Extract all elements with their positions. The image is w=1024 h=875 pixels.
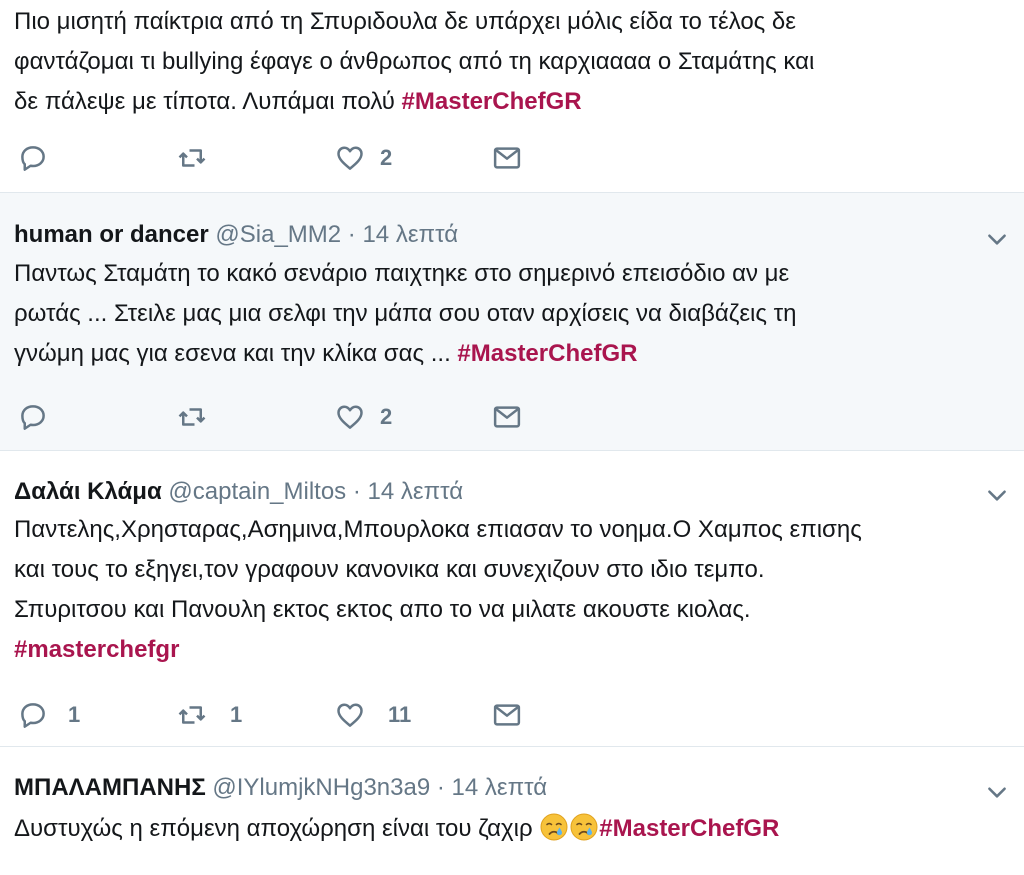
- tweet-text-segment: δε πάλεψε με τίποτα. Λυπάμαι πολύ: [14, 88, 402, 115]
- like-count: 2: [380, 404, 393, 429]
- user-display-name[interactable]: human or dancer: [14, 221, 209, 248]
- user-handle[interactable]: @captain_Miltos: [168, 478, 346, 505]
- envelope-icon: [492, 700, 522, 730]
- tweet-text-line: Παντως Σταμάτη το κακό σενάριο παιχτηκε …: [14, 260, 790, 287]
- like-button[interactable]: 2: [334, 400, 392, 434]
- user-display-name[interactable]: Δαλάι Κλάμα: [14, 478, 162, 505]
- heart-icon: [334, 143, 366, 173]
- tweet-text: Παντελης,Χρησταρας,Ασημινα,Μπουρλοκα επι…: [14, 510, 1004, 670]
- like-count: 2: [380, 145, 393, 170]
- tweet-text-segment: Δυστυχώς η επόμενη αποχώρηση είναι του ζ…: [14, 815, 540, 842]
- direct-message-button[interactable]: [492, 698, 522, 732]
- hashtag-link[interactable]: #MasterChefGR: [599, 815, 779, 842]
- reply-icon: [18, 402, 48, 432]
- tweet[interactable]: ΜΠΑΛΑΜΠΑΝΗΣ @IYlumjkNHg3n3a9 · 14 λεπτά …: [0, 747, 1024, 875]
- hashtag-link[interactable]: #MasterChefGR: [457, 340, 637, 367]
- chevron-down-icon[interactable]: [984, 226, 1010, 252]
- tweet-timestamp[interactable]: · 14 λεπτά: [353, 478, 463, 505]
- user-handle[interactable]: @Sia_MM2: [215, 221, 341, 248]
- like-count: 11: [388, 702, 412, 727]
- retweet-button[interactable]: 1: [176, 698, 242, 732]
- tweet-text: Πιο μισητή παίκτρια από τη Σπυριδουλα δε…: [14, 2, 1004, 122]
- reply-count: 1: [68, 702, 81, 727]
- tweet-text-line: Πιο μισητή παίκτρια από τη Σπυριδουλα δε…: [14, 8, 796, 35]
- tweet-text-line: ρωτάς ... Στειλε μας μια σελφι την μάπα …: [14, 300, 797, 327]
- hashtag-link[interactable]: #MasterChefGR: [402, 88, 582, 115]
- user-handle[interactable]: @IYlumjkNHg3n3a9: [212, 774, 430, 801]
- tweet-header: Δαλάι Κλάμα @captain_Miltos · 14 λεπτά: [14, 477, 463, 507]
- reply-button[interactable]: [18, 141, 48, 175]
- tweet-text-segment: γνώμη μας για εσενα και την κλίκα σας ..…: [14, 340, 458, 367]
- like-button[interactable]: 11: [334, 698, 411, 732]
- tweet-text: Δυστυχώς η επόμενη αποχώρηση είναι του ζ…: [14, 809, 1004, 849]
- crying-face-emoji-icon: [570, 813, 598, 841]
- retweet-button[interactable]: [176, 400, 208, 434]
- chevron-down-icon[interactable]: [984, 779, 1010, 805]
- tweet-text: Παντως Σταμάτη το κακό σενάριο παιχτηκε …: [14, 254, 1004, 374]
- crying-face-emoji-icon: [540, 813, 568, 841]
- retweet-icon: [176, 700, 208, 730]
- tweet-text-line: Παντελης,Χρησταρας,Ασημινα,Μπουρλοκα επι…: [14, 516, 862, 543]
- tweet-timestamp[interactable]: · 14 λεπτά: [348, 221, 458, 248]
- retweet-icon: [176, 402, 208, 432]
- tweet-timestamp[interactable]: · 14 λεπτά: [437, 774, 547, 801]
- tweet-text-line: και τους το εξηγει,τον γραφουν κανονικα …: [14, 556, 765, 583]
- reply-icon: [18, 143, 48, 173]
- tweet-text-line: δε πάλεψε με τίποτα. Λυπάμαι πολύ #Maste…: [14, 82, 1004, 122]
- tweet[interactable]: Δαλάι Κλάμα @captain_Miltos · 14 λεπτά Π…: [0, 451, 1024, 747]
- direct-message-button[interactable]: [492, 400, 522, 434]
- heart-icon: [334, 402, 366, 432]
- tweet[interactable]: Πιο μισητή παίκτρια από τη Σπυριδουλα δε…: [0, 0, 1024, 193]
- user-display-name[interactable]: ΜΠΑΛΑΜΠΑΝΗΣ: [14, 774, 206, 801]
- retweet-icon: [176, 143, 208, 173]
- heart-icon: [334, 700, 366, 730]
- like-button[interactable]: 2: [334, 141, 392, 175]
- tweet-text-line: γνώμη μας για εσενα και την κλίκα σας ..…: [14, 334, 1004, 374]
- tweet[interactable]: human or dancer @Sia_MM2 · 14 λεπτά Παντ…: [0, 193, 1024, 451]
- retweet-button[interactable]: [176, 141, 208, 175]
- hashtag-link[interactable]: #masterchefgr: [14, 636, 179, 663]
- direct-message-button[interactable]: [492, 141, 522, 175]
- envelope-icon: [492, 143, 522, 173]
- reply-button[interactable]: 1: [18, 698, 80, 732]
- reply-button[interactable]: [18, 400, 48, 434]
- tweet-header: human or dancer @Sia_MM2 · 14 λεπτά: [14, 220, 458, 250]
- retweet-count: 1: [230, 702, 243, 727]
- envelope-icon: [492, 402, 522, 432]
- reply-icon: [18, 700, 48, 730]
- tweet-text-line: φαντάζομαι τι bullying έφαγε ο άνθρωπος …: [14, 48, 815, 75]
- chevron-down-icon[interactable]: [984, 482, 1010, 508]
- tweet-text-line: Σπυριτσου και Πανουλη εκτος εκτος απο το…: [14, 596, 751, 623]
- tweet-header: ΜΠΑΛΑΜΠΑΝΗΣ @IYlumjkNHg3n3a9 · 14 λεπτά: [14, 773, 547, 803]
